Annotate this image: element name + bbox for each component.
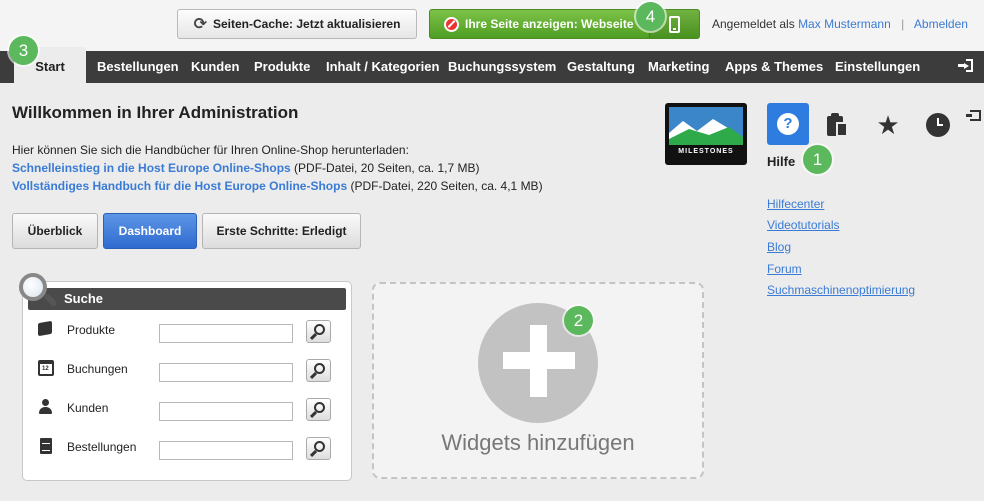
user-name-link[interactable]: Max Mustermann — [798, 17, 891, 31]
nav-item-bestellungen[interactable]: Bestellungen — [97, 51, 179, 83]
manual-quickstart-link[interactable]: Schnelleinstieg in die Host Europe Onlin… — [12, 161, 291, 175]
user-icon — [38, 399, 54, 415]
mobile-phone-icon — [669, 15, 681, 33]
shop-logo: MILESTONES — [665, 103, 747, 165]
clipboard-icon — [827, 113, 849, 137]
help-link-blog[interactable]: Blog — [767, 240, 791, 254]
nav-item-inhalt[interactable]: Inhalt / Kategorien — [326, 51, 439, 83]
nav-item-einstellungen[interactable]: Einstellungen — [835, 51, 920, 83]
magnifier-icon — [19, 273, 59, 313]
nav-item-apps-themes[interactable]: Apps & Themes — [725, 51, 823, 83]
page-title: Willkommen in Ihrer Administration — [12, 103, 299, 122]
search-widget-title: Suche — [28, 288, 346, 310]
nav-item-buchungssystem[interactable]: Buchungssystem — [448, 51, 556, 83]
search-customers-button[interactable] — [306, 398, 331, 421]
nav-item-kunden[interactable]: Kunden — [191, 51, 239, 83]
manual-full-link[interactable]: Vollständiges Handbuch für die Host Euro… — [12, 179, 347, 193]
callout-badge-2: 2 — [564, 306, 593, 335]
search-orders-input[interactable] — [159, 441, 293, 460]
intro-text: Hier können Sie sich die Handbücher für … — [12, 143, 409, 157]
search-label-products: Produkte — [67, 323, 116, 337]
help-title: Hilfe — [767, 154, 796, 169]
box-icon — [38, 320, 52, 337]
help-link-seo[interactable]: Suchmaschinenoptimierung — [767, 283, 915, 297]
tab-overview[interactable]: Überblick — [12, 213, 98, 249]
manual-quickstart-info: (PDF-Datei, 20 Seiten, ca. 1,7 MB) — [294, 161, 480, 175]
login-prefix: Angemeldet als — [712, 17, 795, 31]
separator: | — [901, 17, 905, 31]
collapse-panel-icon[interactable] — [966, 110, 981, 121]
document-icon — [40, 438, 52, 454]
manual-full-info: (PDF-Datei, 220 Seiten, ca. 4,1 MB) — [350, 179, 543, 193]
no-entry-icon — [444, 16, 459, 32]
clock-icon — [926, 113, 950, 137]
search-bookings-input[interactable] — [159, 363, 293, 382]
search-products-input[interactable] — [159, 324, 293, 343]
refresh-cache-button[interactable]: ⟳ Seiten-Cache: Jetzt aktualisieren — [177, 9, 417, 39]
help-link-hilfecenter[interactable]: Hilfecenter — [767, 197, 824, 211]
exit-icon[interactable] — [958, 59, 973, 72]
search-customers-input[interactable] — [159, 402, 293, 421]
search-label-bookings: Buchungen — [67, 362, 128, 376]
calendar-day: 12 — [42, 366, 49, 372]
callout-badge-3: 3 — [9, 36, 38, 65]
nav-item-gestaltung[interactable]: Gestaltung — [567, 51, 635, 83]
refresh-cache-label: Seiten-Cache: Jetzt aktualisieren — [213, 17, 401, 31]
manuals-intro: Hier können Sie sich die Handbücher für … — [12, 141, 543, 195]
tab-first-steps[interactable]: Erste Schritte: Erledigt — [202, 213, 361, 249]
favorites-panel-button[interactable]: ★ — [868, 105, 908, 145]
search-label-orders: Bestellungen — [67, 440, 137, 454]
tab-dashboard[interactable]: Dashboard — [103, 213, 197, 249]
clipboard-panel-button[interactable] — [818, 105, 858, 145]
calendar-icon: 12 — [38, 360, 54, 376]
history-panel-button[interactable] — [918, 105, 958, 145]
callout-badge-1: 1 — [803, 145, 832, 174]
add-widget-label: Widgets hinzufügen — [441, 430, 635, 455]
help-link-videotutorials[interactable]: Videotutorials — [767, 218, 840, 232]
search-orders-button[interactable] — [306, 437, 331, 460]
login-status: Angemeldet als Max Mustermann | Abmelden — [712, 17, 968, 31]
help-link-forum[interactable]: Forum — [767, 262, 802, 276]
search-bookings-button[interactable] — [306, 359, 331, 382]
question-icon: ? — [777, 113, 799, 135]
logout-link[interactable]: Abmelden — [914, 17, 968, 31]
search-products-button[interactable] — [306, 320, 331, 343]
view-site-label: Ihre Seite anzeigen: Webseite — [465, 17, 634, 31]
search-label-customers: Kunden — [67, 401, 109, 415]
nav-item-marketing[interactable]: Marketing — [648, 51, 709, 83]
nav-item-produkte[interactable]: Produkte — [254, 51, 310, 83]
star-icon: ★ — [876, 110, 900, 140]
callout-badge-4: 4 — [636, 2, 665, 31]
logo-text: MILESTONES — [678, 148, 734, 155]
help-panel-button[interactable]: ? — [767, 103, 809, 145]
refresh-icon: ⟳ — [193, 16, 207, 33]
main-nav: Start Bestellungen Kunden Produkte Inhal… — [0, 47, 984, 83]
